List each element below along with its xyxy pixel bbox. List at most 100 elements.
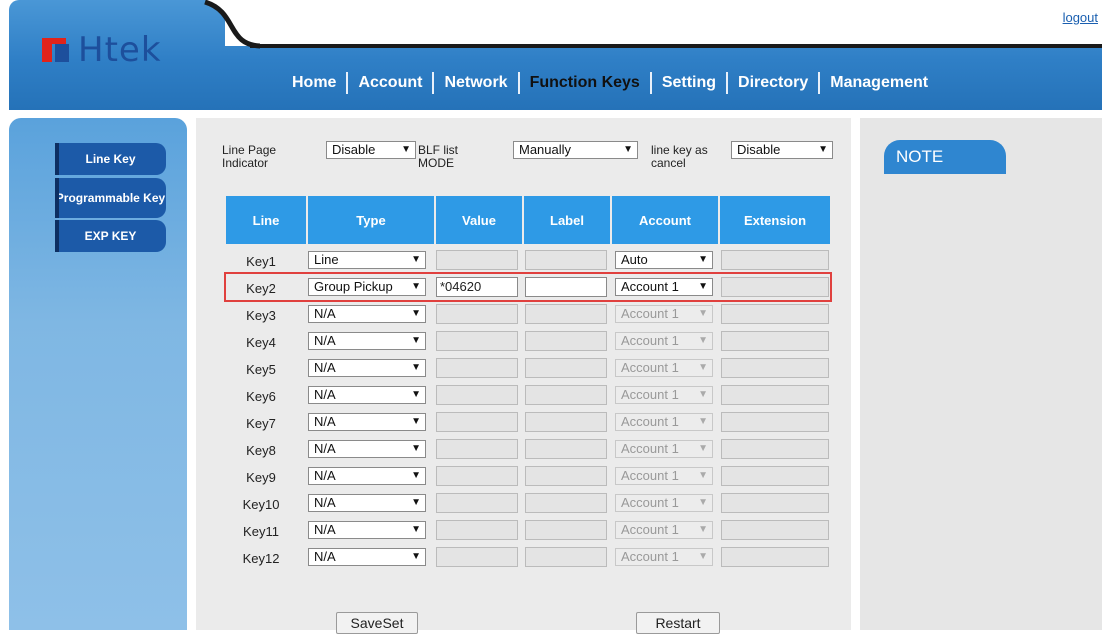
key-label: Key10 <box>242 497 280 512</box>
blf-list-mode-select[interactable]: Manually ▼ <box>513 141 638 159</box>
account-select[interactable]: Account 1 ▼ <box>615 467 713 485</box>
label-input[interactable] <box>525 439 607 459</box>
type-select[interactable]: N/A ▼ <box>308 440 426 458</box>
value-input[interactable] <box>436 250 518 270</box>
account-select[interactable]: Account 1 ▼ <box>615 386 713 404</box>
line-key-as-cancel-select[interactable]: Disable ▼ <box>731 141 833 159</box>
extension-input[interactable] <box>721 412 829 432</box>
extension-input[interactable] <box>721 466 829 486</box>
extension-input[interactable] <box>721 439 829 459</box>
type-select[interactable]: Line ▼ <box>308 251 426 269</box>
line-page-indicator-select[interactable]: Disable ▼ <box>326 141 416 159</box>
dropdown-arrow-icon: ▼ <box>411 443 421 454</box>
htek-logo: Htek <box>42 30 202 70</box>
dropdown-arrow-icon: ▼ <box>411 551 421 562</box>
account-value: Account 1 <box>621 333 679 348</box>
label-input[interactable] <box>525 493 607 513</box>
type-select[interactable]: N/A ▼ <box>308 548 426 566</box>
nav-directory[interactable]: Directory <box>728 74 818 92</box>
account-select[interactable]: Account 1 ▼ <box>615 359 713 377</box>
extension-input[interactable] <box>721 304 829 324</box>
column-header-label: Label <box>524 196 610 244</box>
dropdown-arrow-icon: ▼ <box>401 144 411 155</box>
label-input[interactable] <box>525 250 607 270</box>
line-key-as-cancel-label: line key as cancel <box>651 143 708 170</box>
extension-input[interactable] <box>721 250 829 270</box>
extension-input[interactable] <box>721 358 829 378</box>
dropdown-arrow-icon: ▼ <box>411 254 421 265</box>
restart-button[interactable]: Restart <box>636 612 720 634</box>
value-input[interactable] <box>436 385 518 405</box>
label-input[interactable] <box>525 331 607 351</box>
logout-link[interactable]: logout <box>1063 10 1098 25</box>
line-page-indicator-label: Line Page Indicator <box>222 143 277 170</box>
extension-input[interactable] <box>721 493 829 513</box>
value-input[interactable] <box>436 358 518 378</box>
label-input[interactable] <box>525 304 607 324</box>
nav-network[interactable]: Network <box>434 74 517 92</box>
value-input[interactable] <box>436 412 518 432</box>
key-label: Key6 <box>246 389 276 404</box>
account-select[interactable]: Account 1 ▼ <box>615 521 713 539</box>
htek-logo-mark-icon <box>42 38 76 62</box>
dropdown-arrow-icon: ▼ <box>411 362 421 373</box>
nav-home[interactable]: Home <box>282 74 346 92</box>
type-select[interactable]: N/A ▼ <box>308 332 426 350</box>
dropdown-arrow-icon: ▼ <box>411 524 421 535</box>
type-select[interactable]: N/A ▼ <box>308 386 426 404</box>
extension-input[interactable] <box>721 331 829 351</box>
account-select[interactable]: Account 1 ▼ <box>615 332 713 350</box>
sidebar-item-line-key[interactable]: Line Key <box>55 143 166 175</box>
label-input[interactable] <box>525 520 607 540</box>
type-value: N/A <box>314 549 336 564</box>
value-input[interactable] <box>436 466 518 486</box>
dropdown-arrow-icon: ▼ <box>411 470 421 481</box>
account-select[interactable]: Account 1 ▼ <box>615 413 713 431</box>
label-input[interactable] <box>525 412 607 432</box>
type-select[interactable]: N/A ▼ <box>308 413 426 431</box>
dropdown-arrow-icon: ▼ <box>411 416 421 427</box>
value-input[interactable] <box>436 304 518 324</box>
label-input[interactable] <box>525 358 607 378</box>
type-select[interactable]: N/A ▼ <box>308 467 426 485</box>
sidebar-item-programmable-key[interactable]: Programmable Key <box>55 178 166 218</box>
account-select[interactable]: Account 1 ▼ <box>615 548 713 566</box>
type-value: N/A <box>314 522 336 537</box>
account-select[interactable]: Account 1 ▼ <box>615 305 713 323</box>
account-select[interactable]: Account 1 ▼ <box>615 440 713 458</box>
account-select[interactable]: Account 1 ▼ <box>615 494 713 512</box>
column-header-account: Account <box>612 196 718 244</box>
account-select[interactable]: Auto ▼ <box>615 251 713 269</box>
type-select[interactable]: N/A ▼ <box>308 359 426 377</box>
type-select[interactable]: N/A ▼ <box>308 494 426 512</box>
key2-highlight-box <box>224 272 832 302</box>
label-input[interactable] <box>525 547 607 567</box>
type-value: N/A <box>314 306 336 321</box>
nav-setting[interactable]: Setting <box>652 74 726 92</box>
sidebar-item-exp-key[interactable]: EXP KEY <box>55 220 166 252</box>
value-input[interactable] <box>436 439 518 459</box>
nav-account[interactable]: Account <box>348 74 432 92</box>
label-input[interactable] <box>525 466 607 486</box>
dropdown-arrow-icon: ▼ <box>698 470 708 481</box>
value-input[interactable] <box>436 520 518 540</box>
value-input[interactable] <box>436 331 518 351</box>
note-tab: NOTE <box>884 140 1006 174</box>
type-select[interactable]: N/A ▼ <box>308 305 426 323</box>
value-input[interactable] <box>436 547 518 567</box>
extension-input[interactable] <box>721 385 829 405</box>
type-select[interactable]: N/A ▼ <box>308 521 426 539</box>
value-input[interactable] <box>436 493 518 513</box>
dropdown-arrow-icon: ▼ <box>818 144 828 155</box>
saveset-button[interactable]: SaveSet <box>336 612 418 634</box>
nav-management[interactable]: Management <box>820 74 938 92</box>
label-input[interactable] <box>525 385 607 405</box>
nav-function-keys[interactable]: Function Keys <box>520 74 650 92</box>
extension-input[interactable] <box>721 547 829 567</box>
extension-input[interactable] <box>721 520 829 540</box>
type-value: N/A <box>314 495 336 510</box>
key-label: Key8 <box>246 443 276 458</box>
line-page-indicator-value: Disable <box>332 142 376 157</box>
key-label: Key7 <box>246 416 276 431</box>
account-value: Account 1 <box>621 495 679 510</box>
